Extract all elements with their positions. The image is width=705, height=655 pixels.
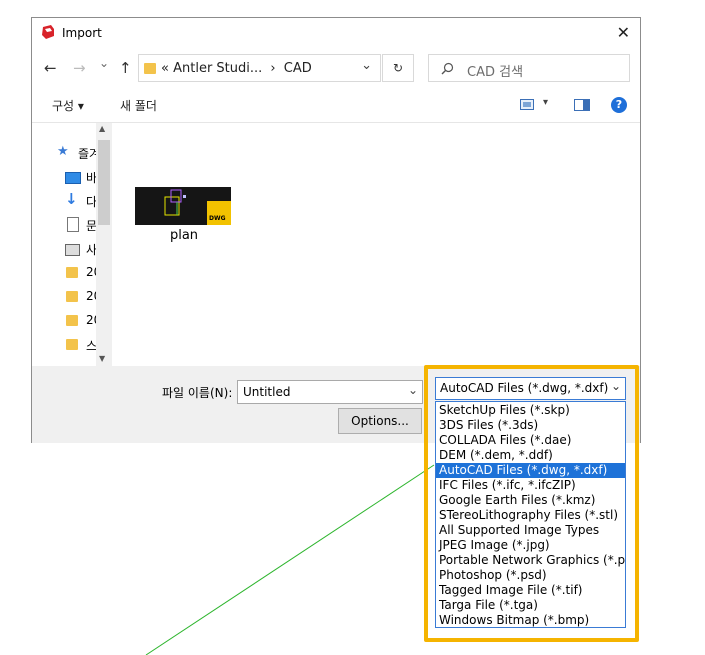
breadcrumb: « Antler Studi... › CAD xyxy=(161,61,312,76)
file-type-option[interactable]: IFC Files (*.ifc, *.ifcZIP) xyxy=(436,478,625,493)
help-button[interactable]: ? xyxy=(611,97,627,113)
file-name-label[interactable]: plan xyxy=(152,228,216,243)
breadcrumb-current[interactable]: CAD xyxy=(284,61,312,76)
file-type-dropdown-list: SketchUp Files (*.skp) 3DS Files (*.3ds) C… xyxy=(435,401,626,628)
file-type-value: AutoCAD Files (*.dwg, *.dxf) xyxy=(440,381,609,395)
folder-icon xyxy=(66,291,78,302)
window-title: Import xyxy=(62,26,102,40)
view-menu-chevron[interactable]: ▾ xyxy=(543,97,548,108)
file-name-field-label: 파일 이름(N): xyxy=(162,386,233,400)
breadcrumb-overflow[interactable]: « xyxy=(161,61,169,76)
file-type-option[interactable]: Google Earth Files (*.kmz) xyxy=(436,493,625,508)
file-name-field[interactable]: Untitled ⌄ xyxy=(237,380,423,404)
search-icon xyxy=(441,62,454,75)
star-icon: ★ xyxy=(57,144,69,159)
folder-icon xyxy=(66,315,78,326)
sidebar-item-folder-1[interactable]: 20 xyxy=(86,265,96,279)
search-placeholder: CAD 검색 xyxy=(467,65,524,80)
folder-icon xyxy=(66,267,78,278)
organize-menu[interactable]: 구성 ▾ xyxy=(52,97,84,114)
sidebar-item-folder-4[interactable]: 스 xyxy=(86,337,96,354)
scroll-thumb[interactable] xyxy=(98,140,110,225)
recent-locations-button[interactable]: ⌄ xyxy=(99,56,109,70)
document-icon xyxy=(67,217,79,232)
up-button[interactable]: ↑ xyxy=(119,59,132,77)
sidebar-item-quick-access[interactable]: 즐겨 xyxy=(78,145,96,162)
file-type-option[interactable]: COLLADA Files (*.dae) xyxy=(436,433,625,448)
address-bar[interactable]: « Antler Studi... › CAD ⌄ xyxy=(138,54,381,82)
chevron-down-icon[interactable]: ⌄ xyxy=(611,379,621,393)
address-dropdown-button[interactable]: ⌄ xyxy=(361,58,372,73)
preview-pane-icon[interactable] xyxy=(574,99,590,111)
chevron-down-icon[interactable]: ⌄ xyxy=(408,383,418,397)
file-type-option[interactable]: Targa File (*.tga) xyxy=(436,598,625,613)
sidebar-item-folder-2[interactable]: 20 xyxy=(86,289,96,303)
breadcrumb-parent[interactable]: Antler Studi... xyxy=(173,61,262,76)
sidebar-item-pictures[interactable]: 사진 xyxy=(86,241,96,258)
refresh-button[interactable]: ↻ xyxy=(382,54,414,82)
title-bar: Import ✕ xyxy=(32,18,640,48)
breadcrumb-separator[interactable]: › xyxy=(270,61,275,76)
dwg-badge: DWG xyxy=(209,215,226,222)
divider xyxy=(32,122,640,123)
options-button[interactable]: Options... xyxy=(338,408,422,434)
file-type-option[interactable]: STereoLithography Files (*.stl) xyxy=(436,508,625,523)
file-name-value: Untitled xyxy=(243,385,291,399)
file-type-option[interactable]: 3DS Files (*.3ds) xyxy=(436,418,625,433)
file-type-option[interactable]: SketchUp Files (*.skp) xyxy=(436,403,625,418)
file-type-option[interactable]: AutoCAD Files (*.dwg, *.dxf) xyxy=(436,463,625,478)
sidebar-item-documents[interactable]: 문서 xyxy=(86,217,96,234)
download-icon: ↓ xyxy=(65,190,78,208)
close-button[interactable]: ✕ xyxy=(617,23,630,42)
search-box[interactable]: CAD 검색 xyxy=(428,54,630,82)
sidebar-item-desktop[interactable]: 바탕 xyxy=(86,169,96,186)
file-type-option[interactable]: Portable Network Graphics (*.png) xyxy=(436,553,625,568)
folder-icon xyxy=(144,63,156,74)
scroll-down-button[interactable]: ▼ xyxy=(99,354,105,363)
file-type-option[interactable]: Windows Bitmap (*.bmp) xyxy=(436,613,625,628)
forward-button[interactable]: → xyxy=(73,59,86,77)
sketchup-logo-icon xyxy=(42,25,54,39)
file-type-option[interactable]: All Supported Image Types xyxy=(436,523,625,538)
folder-icon xyxy=(66,339,78,350)
file-type-option[interactable]: Photoshop (*.psd) xyxy=(436,568,625,583)
file-type-select[interactable]: AutoCAD Files (*.dwg, *.dxf) ⌄ xyxy=(435,377,626,400)
file-type-option[interactable]: DEM (*.dem, *.ddf) xyxy=(436,448,625,463)
back-button[interactable]: ← xyxy=(44,59,57,77)
view-options-icon[interactable] xyxy=(520,99,534,110)
scroll-up-button[interactable]: ▲ xyxy=(99,124,105,133)
sidebar-item-downloads[interactable]: 다운 xyxy=(86,193,96,210)
file-thumbnail[interactable]: DWG xyxy=(135,187,231,225)
sidebar-item-folder-3[interactable]: 20 xyxy=(86,313,96,327)
pictures-icon xyxy=(65,244,80,256)
file-type-option[interactable]: Tagged Image File (*.tif) xyxy=(436,583,625,598)
new-folder-button[interactable]: 새 폴더 xyxy=(120,97,157,114)
file-type-option[interactable]: JPEG Image (*.jpg) xyxy=(436,538,625,553)
desktop-icon xyxy=(65,172,81,184)
